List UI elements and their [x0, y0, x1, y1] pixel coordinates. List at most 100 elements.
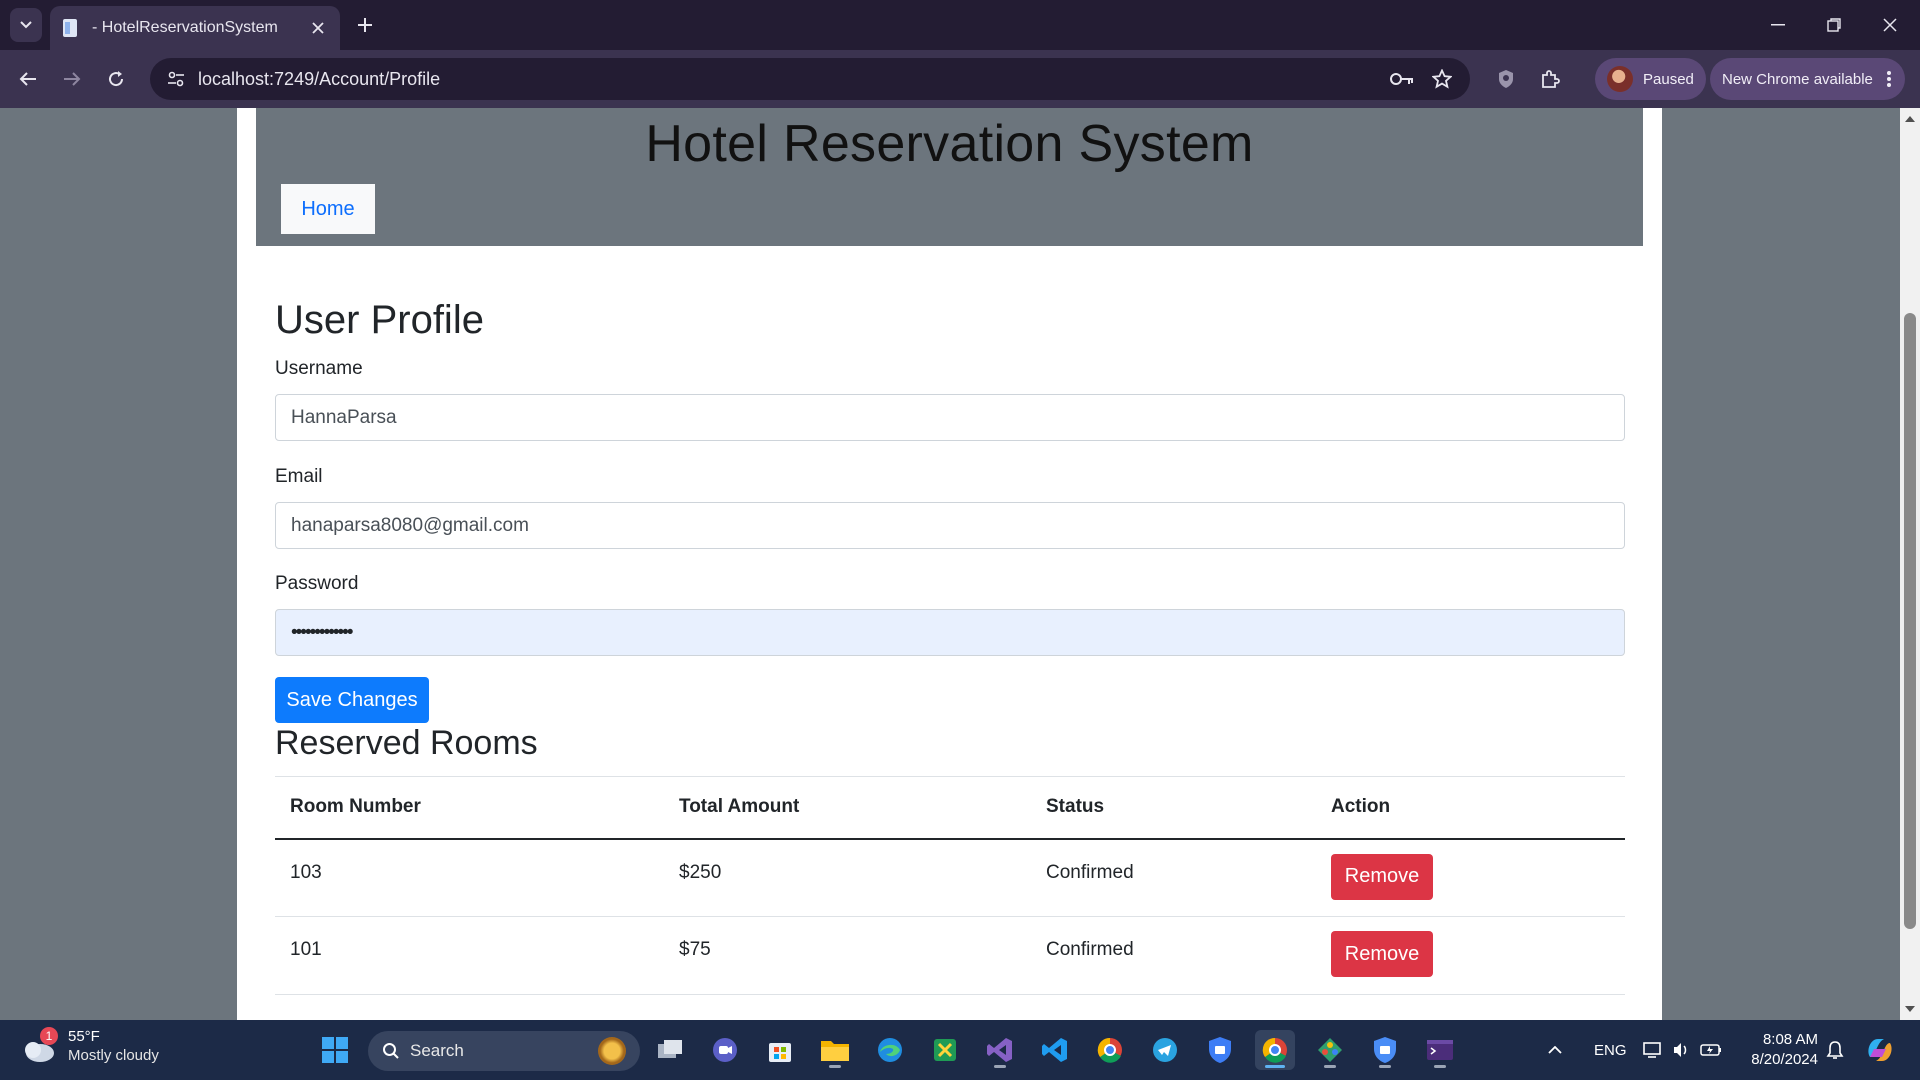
site-info-icon[interactable]: [154, 71, 198, 87]
room-number-cell: 101: [275, 916, 664, 995]
page-favicon-icon: [62, 18, 80, 38]
vpn-app-button[interactable]: [1200, 1030, 1240, 1070]
tab-title: - HotelReservationSystem: [92, 19, 278, 36]
bookmark-star-icon[interactable]: [1422, 59, 1462, 99]
chrome-active-button[interactable]: [1255, 1030, 1295, 1070]
restore-icon: [1827, 18, 1841, 32]
minimize-icon: [1771, 24, 1785, 26]
vertical-scrollbar[interactable]: [1900, 108, 1920, 1020]
battery-icon[interactable]: [1700, 1020, 1722, 1080]
password-field[interactable]: •••••••••••••: [275, 609, 1625, 656]
chevron-up-icon: [1548, 1046, 1562, 1054]
edge-icon: [878, 1038, 902, 1062]
reserved-rooms-heading: Reserved Rooms: [275, 724, 538, 762]
profile-status: Paused: [1643, 70, 1694, 88]
browser-tab[interactable]: - HotelReservationSystem: [50, 6, 340, 50]
status-cell: Confirmed: [1031, 916, 1316, 995]
extensions-puzzle-icon[interactable]: [1535, 64, 1565, 94]
telegram-button[interactable]: [1145, 1030, 1185, 1070]
taskbar-search[interactable]: Search: [368, 1031, 640, 1071]
tab-close-icon[interactable]: [308, 18, 328, 38]
weather-temperature: 55°F: [68, 1028, 100, 1045]
username-field[interactable]: HannaParsa: [275, 394, 1625, 441]
scrollbar-thumb[interactable]: [1904, 313, 1916, 929]
weather-widget[interactable]: 1 55°F Mostly cloudy: [20, 1027, 159, 1066]
search-placeholder: Search: [410, 1041, 464, 1060]
bing-highlight-icon: [598, 1037, 626, 1065]
browser-toolbar: localhost:7249/Account/Profile Paused Ne…: [0, 50, 1920, 108]
profile-button[interactable]: Paused: [1595, 58, 1706, 100]
task-view-icon: [658, 1040, 682, 1058]
file-explorer-button[interactable]: [815, 1030, 855, 1070]
security-app-button[interactable]: [1365, 1030, 1405, 1070]
page-title: User Profile: [275, 298, 484, 342]
edge-button[interactable]: [870, 1030, 910, 1070]
vpn-extension-icon[interactable]: [1491, 64, 1521, 94]
restore-button[interactable]: [1806, 0, 1862, 50]
close-icon: [1883, 18, 1897, 32]
table-header-row: Room Number Total Amount Status Action: [275, 776, 1625, 840]
page-container: Hotel Reservation System Home User Profi…: [237, 108, 1662, 1020]
total-amount-cell: $75: [664, 916, 1031, 995]
store-icon: [769, 1043, 791, 1062]
sourcetree-icon: [1318, 1038, 1342, 1062]
start-button[interactable]: [315, 1030, 355, 1070]
close-window-button[interactable]: [1862, 0, 1918, 50]
email-label: Email: [275, 466, 323, 487]
forward-button[interactable]: [58, 65, 86, 93]
notifications-bell-icon[interactable]: [1826, 1020, 1844, 1080]
microsoft-store-button[interactable]: [760, 1030, 800, 1070]
more-vertical-icon: [1886, 71, 1891, 87]
chrome-icon: [1097, 1037, 1122, 1063]
copilot-icon[interactable]: [1864, 1020, 1896, 1080]
tab-search-button[interactable]: [10, 8, 42, 42]
minimize-button[interactable]: [1750, 0, 1806, 50]
site-header: Hotel Reservation System Home: [256, 108, 1643, 246]
column-header-status: Status: [1031, 776, 1316, 840]
address-bar[interactable]: localhost:7249/Account/Profile: [150, 58, 1470, 100]
weather-alert-badge: 1: [40, 1027, 58, 1045]
volume-icon[interactable]: [1672, 1020, 1690, 1080]
url-text: localhost:7249/Account/Profile: [198, 68, 441, 89]
file-explorer-icon: [821, 1041, 849, 1061]
system-clock[interactable]: 8:08 AM 8/20/2024: [1738, 1030, 1818, 1070]
network-icon[interactable]: [1643, 1020, 1663, 1080]
meet-icon: [713, 1038, 737, 1062]
update-label: New Chrome available: [1722, 70, 1873, 88]
visual-studio-button[interactable]: [980, 1030, 1020, 1070]
new-tab-button[interactable]: [352, 12, 378, 38]
terminal-icon: [1427, 1040, 1453, 1060]
show-hidden-icons-button[interactable]: [1548, 1020, 1562, 1080]
security-shield-icon: [1374, 1037, 1396, 1063]
windows-taskbar: 1 55°F Mostly cloudy Search ENG 8:08 AM …: [0, 1020, 1920, 1080]
vpn-shield-icon: [1209, 1037, 1231, 1063]
scroll-up-icon[interactable]: [1900, 110, 1920, 128]
search-icon: [383, 1043, 399, 1059]
table-row: 101 $75 Confirmed Remove: [275, 916, 1625, 995]
excel-app-icon: [934, 1039, 956, 1061]
language-indicator[interactable]: ENG: [1594, 1020, 1627, 1080]
back-button[interactable]: [14, 65, 42, 93]
avatar: [1607, 66, 1633, 92]
nav-home-link[interactable]: Home: [281, 184, 375, 234]
reservations-table: Room Number Total Amount Status Action 1…: [275, 776, 1625, 995]
remove-button[interactable]: Remove: [1331, 931, 1433, 977]
chrome-button[interactable]: [1090, 1030, 1130, 1070]
sourcetree-button[interactable]: [1310, 1030, 1350, 1070]
reload-button[interactable]: [102, 65, 130, 93]
remove-button[interactable]: Remove: [1331, 853, 1433, 900]
email-field[interactable]: hanaparsa8080@gmail.com: [275, 502, 1625, 549]
password-key-icon[interactable]: [1382, 59, 1422, 99]
column-header-total-amount: Total Amount: [664, 776, 1031, 840]
vscode-button[interactable]: [1035, 1030, 1075, 1070]
new-chrome-available-button[interactable]: New Chrome available: [1710, 58, 1905, 100]
excel-app-button[interactable]: [925, 1030, 965, 1070]
teams-meet-button[interactable]: [705, 1030, 745, 1070]
browser-tab-strip: - HotelReservationSystem: [0, 0, 1920, 50]
save-changes-button[interactable]: Save Changes: [275, 677, 429, 723]
task-view-button[interactable]: [650, 1030, 690, 1070]
scroll-down-icon[interactable]: [1900, 1000, 1920, 1018]
terminal-button[interactable]: [1420, 1030, 1460, 1070]
table-row: 103 $250 Confirmed Remove: [275, 838, 1625, 917]
telegram-icon: [1153, 1038, 1177, 1062]
